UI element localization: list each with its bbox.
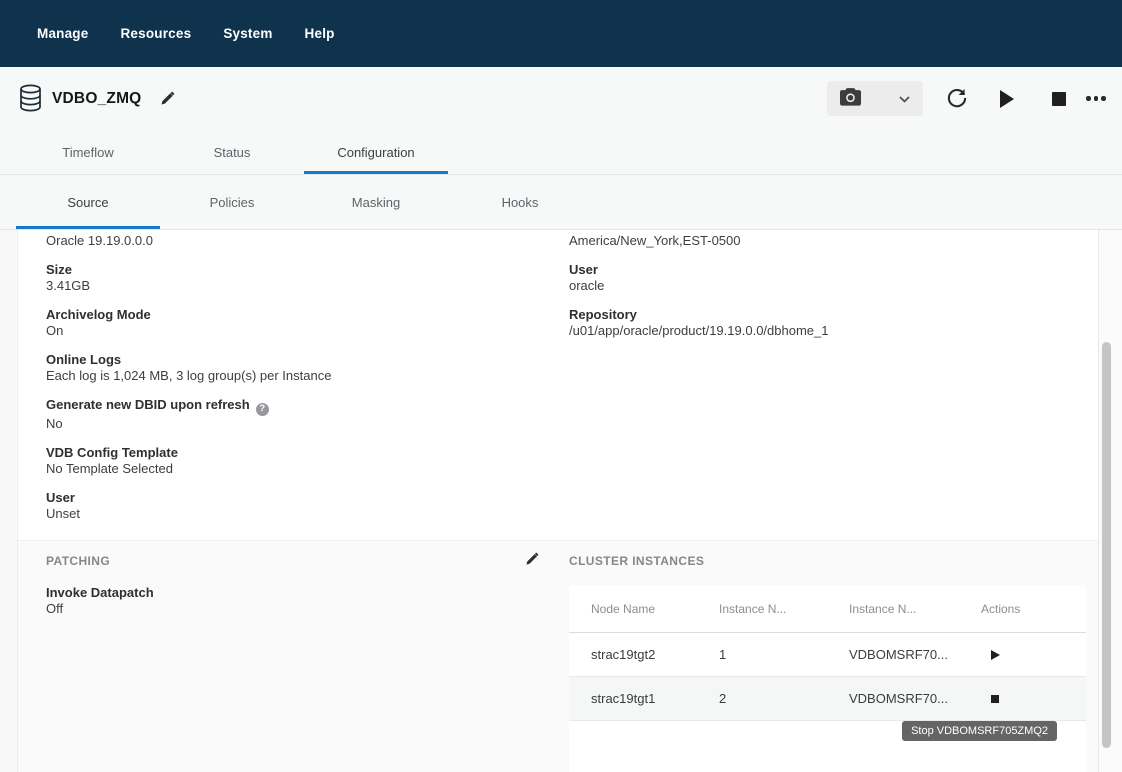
nav-item-manage[interactable]: Manage	[37, 26, 88, 41]
play-icon	[991, 650, 1000, 660]
detail-timezone: America/New_York,EST-0500	[569, 233, 1069, 249]
detail-value: Off	[46, 601, 154, 617]
database-icon	[19, 84, 42, 117]
detail-label: Archivelog Mode	[46, 307, 526, 323]
cluster-instances-section: CLUSTER INSTANCES Node Name Instance N..…	[569, 541, 1098, 772]
detail-value: No Template Selected	[46, 461, 526, 477]
subtab-hooks[interactable]: Hooks	[448, 175, 592, 229]
snapshot-button-group	[827, 81, 923, 116]
nav-item-system[interactable]: System	[223, 26, 272, 41]
subtab-masking[interactable]: Masking	[304, 175, 448, 229]
stop-icon	[991, 695, 999, 703]
table-row: strac19tgt1 2 VDBOMSRF70...	[569, 677, 1086, 721]
tab-timeflow[interactable]: Timeflow	[16, 131, 160, 174]
subtab-source[interactable]: Source	[16, 175, 160, 229]
detail-vdb-config-template: VDB Config Template No Template Selected	[46, 445, 526, 477]
detail-label: User	[569, 262, 1069, 278]
detail-repository: Repository /u01/app/oracle/product/19.19…	[569, 307, 1069, 339]
column-header-actions: Actions	[981, 602, 1086, 616]
more-actions-button[interactable]	[1086, 96, 1106, 101]
detail-online-logs: Online Logs Each log is 1,024 MB, 3 log …	[46, 352, 526, 384]
cell-instance-name: VDBOMSRF70...	[849, 691, 981, 706]
tab-status[interactable]: Status	[160, 131, 304, 174]
detail-value: America/New_York,EST-0500	[569, 233, 1069, 249]
detail-label: Generate new DBID upon refresh?	[46, 397, 526, 416]
detail-value: Oracle 19.19.0.0.0	[46, 233, 526, 249]
detail-label: Repository	[569, 307, 1069, 323]
ellipsis-icon	[1086, 96, 1091, 101]
detail-env-user: User oracle	[569, 262, 1069, 294]
snapshot-dropdown-button[interactable]	[899, 91, 910, 106]
details-left-column: Oracle 19.19.0.0.0 Size 3.41GB Archivelo…	[46, 233, 526, 535]
column-header-node-name: Node Name	[591, 602, 719, 616]
play-icon	[1000, 90, 1014, 108]
cluster-instances-title: CLUSTER INSTANCES	[569, 554, 704, 568]
stop-icon	[1052, 92, 1066, 106]
detail-value: No	[46, 416, 526, 432]
cell-node-name: strac19tgt1	[591, 691, 719, 706]
stop-instance-tooltip: Stop VDBOMSRF705ZMQ2	[902, 721, 1057, 741]
subtab-policies[interactable]: Policies	[160, 175, 304, 229]
vertical-scrollbar-thumb[interactable]	[1102, 342, 1111, 748]
detail-value: 3.41GB	[46, 278, 526, 294]
header-band: VDBO_ZMQ	[0, 67, 1122, 230]
detail-value: On	[46, 323, 526, 339]
edit-patching-button[interactable]	[525, 552, 539, 569]
table-header-row: Node Name Instance N... Instance N... Ac…	[569, 585, 1086, 633]
snapshot-button[interactable]	[840, 88, 861, 109]
start-instance-button[interactable]	[981, 650, 1000, 660]
help-icon[interactable]: ?	[256, 403, 269, 416]
detail-invoke-datapatch: Invoke Datapatch Off	[46, 585, 154, 617]
detail-generate-dbid: Generate new DBID upon refresh? No	[46, 397, 526, 432]
detail-label: Online Logs	[46, 352, 526, 368]
cell-node-name: strac19tgt2	[591, 647, 719, 662]
page-title: VDBO_ZMQ	[52, 90, 141, 108]
table-row: strac19tgt2 1 VDBOMSRF70...	[569, 633, 1086, 677]
source-config-panel: Oracle 19.19.0.0.0 Size 3.41GB Archivelo…	[17, 230, 1098, 772]
nav-item-help[interactable]: Help	[305, 26, 335, 41]
refresh-icon	[945, 86, 969, 113]
detail-value: /u01/app/oracle/product/19.19.0.0/dbhome…	[569, 323, 1069, 339]
column-header-instance-number: Instance N...	[719, 602, 849, 616]
cluster-instances-table: Node Name Instance N... Instance N... Ac…	[569, 585, 1086, 772]
detail-label: User	[46, 490, 526, 506]
bottom-section: PATCHING Invoke Datapatch Off CLUSTER IN…	[18, 540, 1098, 772]
patching-section-title: PATCHING	[46, 554, 110, 568]
top-navbar: Manage Resources System Help	[0, 0, 1122, 67]
detail-archivelog-mode: Archivelog Mode On	[46, 307, 526, 339]
start-vdb-button[interactable]	[1000, 90, 1014, 108]
detail-label: Invoke Datapatch	[46, 585, 154, 601]
detail-database-version: Oracle 19.19.0.0.0	[46, 233, 526, 249]
tab-configuration[interactable]: Configuration	[304, 131, 448, 174]
chevron-down-icon	[899, 91, 910, 106]
pencil-icon	[525, 554, 539, 569]
nav-item-resources[interactable]: Resources	[120, 26, 191, 41]
detail-value: Each log is 1,024 MB, 3 log group(s) per…	[46, 368, 526, 384]
detail-size: Size 3.41GB	[46, 262, 526, 294]
column-header-instance-name: Instance N...	[849, 602, 981, 616]
details-right-column: America/New_York,EST-0500 User oracle Re…	[569, 233, 1069, 352]
pencil-icon	[160, 94, 175, 109]
detail-label: Size	[46, 262, 526, 278]
camera-icon	[840, 88, 861, 109]
stop-vdb-button[interactable]	[1052, 92, 1066, 106]
detail-value: oracle	[569, 278, 1069, 294]
vertical-scrollbar-track[interactable]	[1098, 230, 1122, 772]
cell-instance-number: 1	[719, 647, 849, 662]
detail-label: VDB Config Template	[46, 445, 526, 461]
detail-user: User Unset	[46, 490, 526, 522]
app-window: Manage Resources System Help VDBO_ZMQ	[0, 0, 1122, 772]
cell-instance-number: 2	[719, 691, 849, 706]
refresh-vdb-button[interactable]	[945, 86, 969, 113]
cell-instance-name: VDBOMSRF70...	[849, 647, 981, 662]
rename-vdb-button[interactable]	[160, 91, 175, 109]
stop-instance-button[interactable]	[981, 695, 999, 703]
detail-value: Unset	[46, 506, 526, 522]
